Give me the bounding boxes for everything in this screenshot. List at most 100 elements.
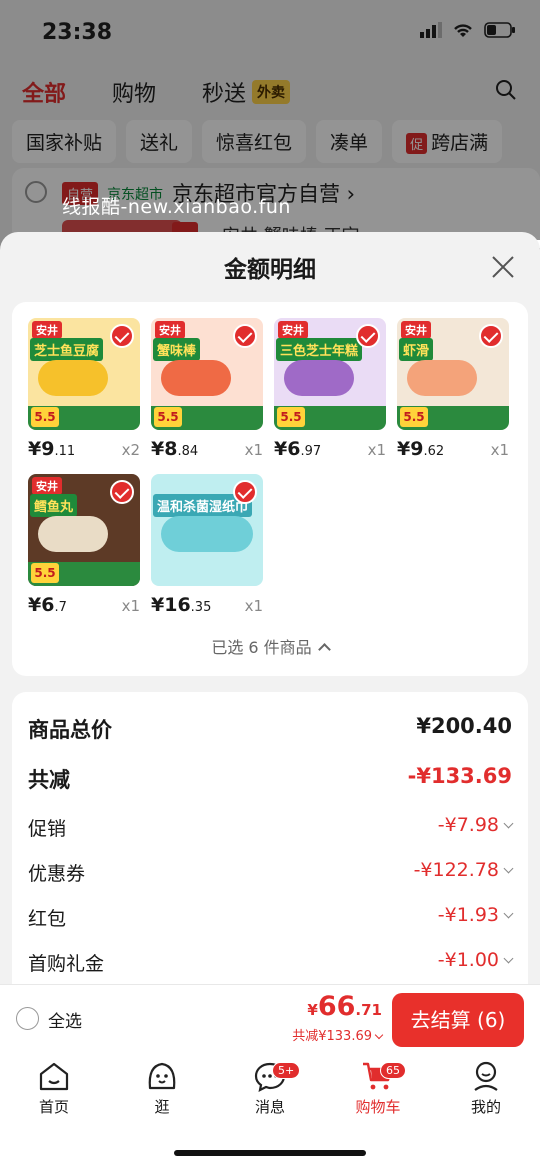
summary-amount: -¥7.98: [437, 814, 499, 836]
tab-messages[interactable]: 消息 5+: [230, 1060, 310, 1117]
selected-items-card: 安井 芝士鱼豆腐 5.5 ¥9.11 x2 安井 蟹味棒 5.5 ¥8.84 x…: [12, 302, 528, 676]
checked-icon[interactable]: [479, 324, 503, 348]
summary-row-discount: 共减 -¥133.69: [28, 764, 512, 794]
total-int: 66: [317, 991, 356, 1022]
close-icon[interactable]: [490, 254, 516, 280]
select-all-radio[interactable]: [16, 1007, 39, 1030]
item-price: ¥9.11: [28, 438, 75, 460]
food-image: [407, 360, 477, 396]
summary-row-first-purchase[interactable]: 首购礼金 -¥1.00: [28, 949, 514, 979]
item-qty: x1: [367, 441, 386, 459]
home-icon: [39, 1062, 69, 1091]
summary-label: 商品总价: [28, 718, 112, 742]
price-int: ¥6: [274, 438, 301, 460]
chevron-down-icon: [503, 818, 514, 829]
promo-number: 5.5: [400, 407, 428, 427]
item-qty: x1: [244, 441, 263, 459]
checked-icon[interactable]: [356, 324, 380, 348]
tab-home[interactable]: 首页: [14, 1060, 94, 1117]
item-name: 鳕鱼丸: [30, 494, 78, 517]
chevron-down-icon: [503, 953, 514, 964]
checkout-button[interactable]: 去结算 (6): [392, 993, 524, 1047]
item-card[interactable]: 安井 鳕鱼丸 5.5 ¥6.7 x1: [28, 474, 140, 620]
item-price: ¥6.97: [274, 438, 321, 460]
item-card[interactable]: 安井 虾滑 5.5 ¥9.62 x1: [397, 318, 509, 464]
price-int: ¥16: [151, 594, 191, 616]
price-dec: .84: [177, 444, 199, 459]
price-row: ¥6.97 x1: [274, 438, 386, 464]
price-row: ¥8.84 x1: [151, 438, 263, 464]
item-price: ¥16.35: [151, 594, 211, 616]
stroll-icon: [148, 1062, 176, 1090]
price-dec: .62: [423, 444, 445, 459]
cart-badge: 65: [380, 1062, 406, 1079]
tab-label: 逛: [154, 1098, 170, 1116]
summary-value: -¥1.00: [437, 949, 514, 971]
item-name: 三色芝士年糕: [276, 338, 363, 361]
chevron-down-icon: [503, 908, 514, 919]
price-row: ¥16.35 x1: [151, 594, 263, 620]
tab-stroll[interactable]: 逛: [122, 1060, 202, 1117]
tab-label: 我的: [470, 1098, 501, 1116]
item-thumbnail: 安井 虾滑 5.5: [397, 318, 509, 430]
selected-summary-text: 已选 6 件商品: [211, 638, 312, 657]
item-qty: x1: [121, 597, 140, 615]
summary-label: 优惠券: [28, 863, 86, 885]
food-image: [161, 360, 231, 396]
total-price: ¥66.71: [307, 991, 382, 1022]
item-card[interactable]: 安井 芝士鱼豆腐 5.5 ¥9.11 x2: [28, 318, 140, 464]
tab-label: 首页: [38, 1098, 69, 1116]
tab-profile[interactable]: 我的: [446, 1060, 526, 1117]
chevron-down-icon: [503, 863, 514, 874]
food-image: [38, 360, 108, 396]
summary-label: 红包: [28, 908, 67, 930]
summary-row-promotion[interactable]: 促销 -¥7.98: [28, 814, 514, 844]
profile-icon: [474, 1061, 498, 1091]
summary-row-red-packet[interactable]: 红包 -¥1.93: [28, 904, 514, 934]
checkout-bar: 全选 ¥66.71 共减¥133.69 去结算 (6): [0, 984, 540, 1052]
summary-amount: -¥1.00: [437, 949, 499, 971]
summary-value: ¥200.40: [416, 714, 512, 738]
message-badge: 5+: [272, 1062, 301, 1079]
item-thumbnail: 安井 三色芝士年糕 5.5: [274, 318, 386, 430]
total-dec: .71: [355, 1001, 382, 1019]
tab-cart[interactable]: 购物车 65: [338, 1060, 418, 1117]
summary-row-total: 商品总价 ¥200.40: [28, 714, 512, 744]
brand-logo-icon: 安井: [155, 321, 185, 339]
item-qty: x1: [244, 597, 263, 615]
item-thumbnail: 安井 蟹味棒 5.5: [151, 318, 263, 430]
summary-row-coupon[interactable]: 优惠券 -¥122.78: [28, 859, 514, 889]
item-card[interactable]: 安井 蟹味棒 5.5 ¥8.84 x1: [151, 318, 263, 464]
summary-amount: -¥1.93: [437, 904, 499, 926]
item-card[interactable]: 安井 三色芝士年糕 5.5 ¥6.97 x1: [274, 318, 386, 464]
select-all-label[interactable]: 全选: [48, 1007, 82, 1032]
currency-symbol: ¥: [307, 1001, 318, 1019]
cart-page-background: 23:38 全部 购物 秒送 外卖 国家补贴 送礼 惊喜红包 凑单 促跨店满 自…: [0, 0, 540, 248]
price-row: ¥6.7 x1: [28, 594, 140, 620]
checked-icon[interactable]: [110, 324, 134, 348]
brand-logo-icon: 安井: [32, 477, 62, 495]
price-int: ¥6: [28, 594, 55, 616]
total-saving[interactable]: 共减¥133.69: [292, 1025, 384, 1044]
price-dec: .35: [190, 600, 212, 615]
item-qty: x1: [490, 441, 509, 459]
summary-label: 促销: [28, 818, 67, 840]
summary-label: 首购礼金: [28, 953, 105, 975]
bottom-tab-bar: 首页 逛 消息 5+ 购物车 65 我的: [0, 1052, 540, 1168]
item-name: 虾滑: [399, 338, 434, 361]
promo-number: 5.5: [31, 407, 59, 427]
checked-icon[interactable]: [110, 480, 134, 504]
checked-icon[interactable]: [233, 324, 257, 348]
product-image: [161, 516, 253, 552]
brand-logo-icon: 安井: [278, 321, 308, 339]
home-indicator[interactable]: [174, 1150, 366, 1156]
item-card[interactable]: 温和杀菌湿纸巾 ¥16.35 x1: [151, 474, 263, 620]
item-thumbnail: 安井 芝士鱼豆腐 5.5: [28, 318, 140, 430]
watermark: 线报酷-new.xianbao.fun: [62, 196, 291, 218]
selected-summary[interactable]: 已选 6 件商品: [12, 634, 528, 658]
summary-value: -¥122.78: [414, 859, 514, 881]
checked-icon[interactable]: [233, 480, 257, 504]
price-int: ¥8: [151, 438, 178, 460]
item-qty: x2: [121, 441, 140, 459]
item-price: ¥6.7: [28, 594, 67, 616]
